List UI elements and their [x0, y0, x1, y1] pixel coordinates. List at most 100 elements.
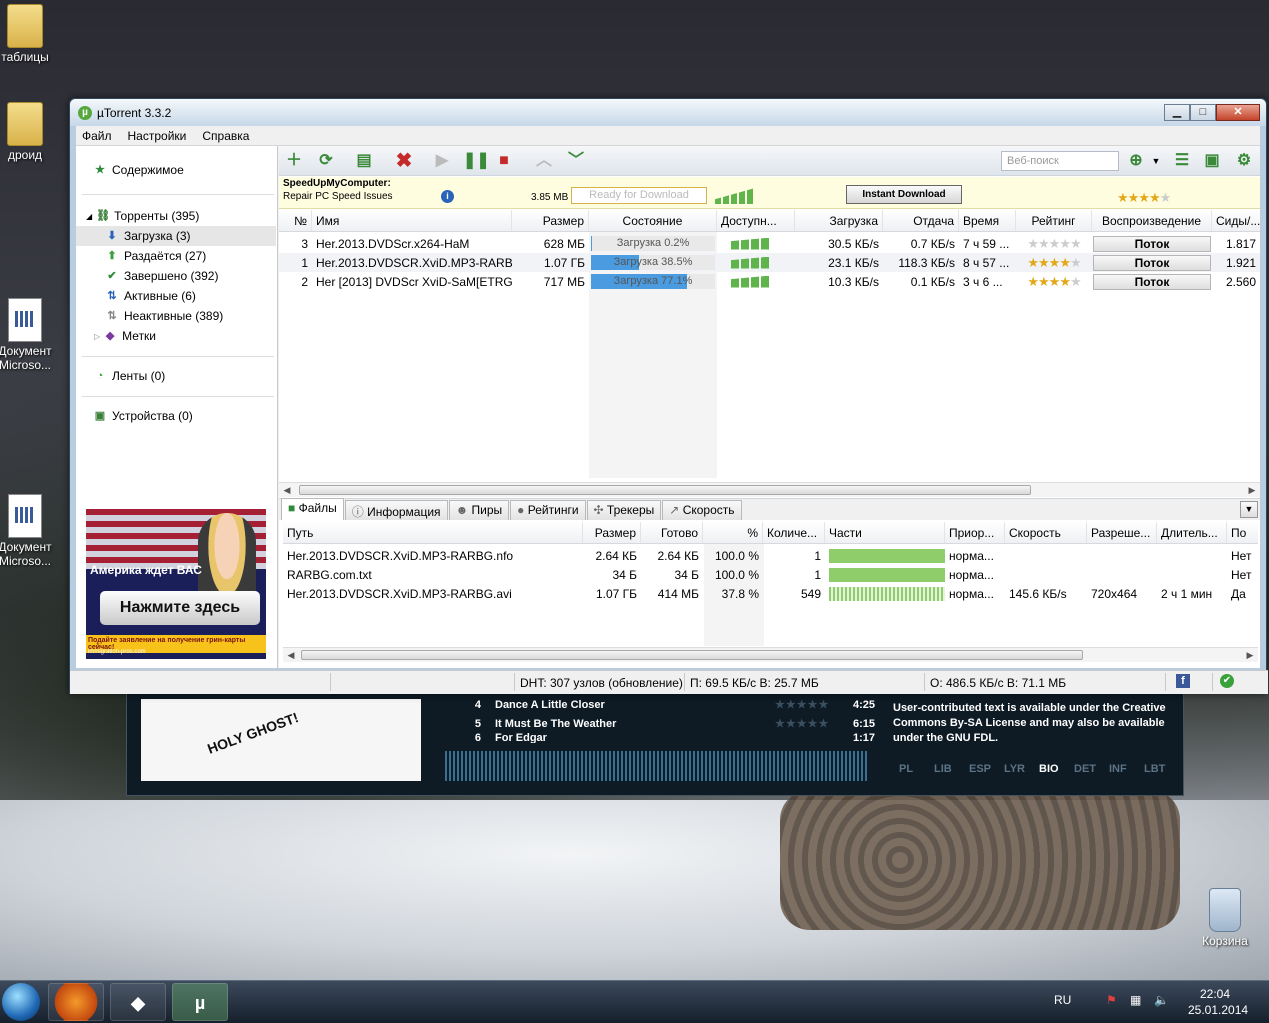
sidebar-ad-banner[interactable]: Америка ждет ВАС Нажмите здесь Подайте з…	[86, 509, 266, 659]
col-percent[interactable]: %	[703, 522, 763, 543]
files-hscrollbar[interactable]: ◀ ▶	[283, 647, 1258, 662]
col-play[interactable]: По	[1227, 522, 1257, 543]
clock-date[interactable]: 25.01.2014	[1188, 1003, 1248, 1017]
col-duration[interactable]: Длитель...	[1157, 522, 1227, 543]
col-count[interactable]: Количе...	[763, 522, 825, 543]
player-tab[interactable]: PL	[899, 763, 934, 775]
web-search-input[interactable]: Веб-поиск	[1001, 151, 1119, 171]
add-torrent-icon[interactable]: ＋	[283, 151, 305, 171]
tab-ratings[interactable]: ● Рейтинги	[510, 500, 586, 520]
firefox-taskbar-button[interactable]	[48, 983, 104, 1021]
col-upload[interactable]: Отдача	[883, 210, 959, 231]
stream-button[interactable]: Поток	[1093, 235, 1211, 252]
torrent-rating[interactable]: ★★★★★	[1016, 274, 1092, 290]
foobar-taskbar-button[interactable]: ◆	[110, 983, 166, 1021]
sidebar-item-downloading[interactable]: ⬇ Загрузка (3)	[76, 226, 276, 246]
desktop-icon-droid[interactable]: дроид	[0, 102, 60, 162]
sidebar-item-content[interactable]: ★ Содержимое	[76, 160, 276, 180]
sidebar-item-inactive[interactable]: ⇅ Неактивные (389)	[76, 306, 276, 326]
menu-settings[interactable]: Настройки	[128, 129, 187, 143]
sidebar-item-labels[interactable]: ▷ ◆ Метки	[76, 326, 276, 346]
torrent-rating[interactable]: ★★★★★	[1016, 236, 1092, 252]
scroll-thumb[interactable]	[299, 485, 1031, 495]
track-row[interactable]: 6 For Edgar 1:17	[445, 733, 875, 743]
player-tab[interactable]: LBT	[1144, 763, 1179, 775]
maximize-button[interactable]: □	[1190, 104, 1216, 121]
list-view-icon[interactable]: ☰	[1171, 151, 1193, 171]
col-speed[interactable]: Скорость	[1005, 522, 1087, 543]
close-button[interactable]: ✕	[1216, 104, 1260, 121]
sidebar-item-completed[interactable]: ✔ Завершено (392)	[76, 266, 276, 286]
download-status[interactable]: П: 69.5 КБ/с В: 25.7 МБ	[690, 676, 819, 690]
move-down-icon[interactable]: ﹀	[565, 151, 587, 171]
sidebar-item-feeds[interactable]: ◔ Ленты (0)	[76, 366, 276, 386]
action-center-icon[interactable]: ⚑	[1106, 993, 1117, 1007]
menu-file[interactable]: Файл	[82, 129, 112, 143]
col-pieces[interactable]: Части	[825, 522, 945, 543]
col-done[interactable]: Готово	[641, 522, 703, 543]
track-row[interactable]: 5 It Must Be The Weather ★★★★★ 6:15	[445, 714, 875, 733]
menu-help[interactable]: Справка	[202, 129, 249, 143]
tab-peers[interactable]: ☻ Пиры	[448, 500, 510, 520]
language-indicator[interactable]: RU	[1054, 993, 1071, 1007]
torrent-rating[interactable]: ★★★★★	[1016, 255, 1092, 271]
col-availability[interactable]: Доступн...	[717, 210, 795, 231]
file-row[interactable]: Her.2013.DVDSCR.XviD.MP3-RARBG.avi 1.07 Г…	[283, 584, 1258, 603]
add-url-icon[interactable]: ⟳	[315, 151, 337, 171]
clock-time[interactable]: 22:04	[1200, 987, 1230, 1001]
player-tab-active[interactable]: BIO	[1039, 763, 1074, 775]
start-icon[interactable]: ▶	[431, 151, 453, 171]
col-name[interactable]: Имя	[312, 210, 512, 231]
start-button[interactable]	[2, 983, 40, 1021]
torrent-row[interactable]: 3 Her.2013.DVDScr.x264-HaM 628 МБ Загрузка …	[279, 234, 1260, 253]
player-tab[interactable]: ESP	[969, 763, 1004, 775]
col-playback[interactable]: Воспроизведение	[1092, 210, 1212, 231]
col-eta[interactable]: Время	[959, 210, 1016, 231]
utorrent-taskbar-button[interactable]: µ	[172, 983, 228, 1021]
stream-button[interactable]: Поток	[1093, 273, 1211, 290]
player-tab[interactable]: LIB	[934, 763, 969, 775]
stream-button[interactable]: Поток	[1093, 254, 1211, 271]
network-icon[interactable]: ▦	[1130, 993, 1141, 1007]
create-torrent-icon[interactable]: ▤	[353, 151, 375, 171]
volume-icon[interactable]: 🔈	[1154, 993, 1169, 1007]
torrent-row[interactable]: 2 Her [2013] DVDScr XviD-SaM[ETRG] 717 МБ З…	[279, 272, 1260, 291]
tab-files[interactable]: ■ Файлы	[281, 498, 344, 520]
col-num[interactable]: №	[279, 210, 312, 231]
network-ok-icon[interactable]: ✔	[1220, 674, 1234, 688]
player-tab[interactable]: LYR	[1004, 763, 1039, 775]
track-rating[interactable]: ★★★★★	[775, 698, 835, 711]
tab-info[interactable]: ⓘ Информация	[344, 500, 448, 520]
col-seeds[interactable]: Сиды/...	[1212, 210, 1260, 231]
collapse-panel-button[interactable]: ▼	[1240, 501, 1258, 518]
col-priority[interactable]: Приор...	[945, 522, 1005, 543]
minimize-button[interactable]: ▁	[1164, 104, 1190, 121]
remove-icon[interactable]: ✖	[393, 151, 415, 171]
stop-icon[interactable]: ■	[493, 151, 515, 171]
tab-trackers[interactable]: ✣ Трекеры	[586, 500, 662, 520]
title-bar[interactable]: µ µTorrent 3.3.2 ▁ □ ✕	[70, 99, 1266, 126]
track-row[interactable]: 4 Dance A Little Closer ★★★★★ 4:25	[445, 695, 875, 714]
chevron-down-icon[interactable]: ▼	[1145, 151, 1167, 171]
scroll-left-icon[interactable]: ◀	[281, 483, 293, 498]
upload-status[interactable]: О: 486.5 КБ/с В: 71.1 МБ	[930, 676, 1066, 690]
desktop-icon-tables[interactable]: таблицы	[0, 4, 60, 64]
ad-click-button[interactable]: Нажмите здесь	[100, 591, 260, 625]
col-download[interactable]: Загрузка	[795, 210, 883, 231]
file-priority[interactable]: норма...	[945, 549, 1005, 563]
file-row[interactable]: RARBG.com.txt 34 Б 34 Б 100.0 % 1 норма... Нет	[283, 565, 1258, 584]
sidebar-item-devices[interactable]: ▣ Устройства (0)	[76, 406, 276, 426]
sidebar-item-active[interactable]: ⇅ Активные (6)	[76, 286, 276, 306]
scroll-thumb[interactable]	[301, 650, 1083, 660]
scroll-left-icon[interactable]: ◀	[285, 648, 297, 663]
col-size[interactable]: Размер	[512, 210, 589, 231]
gear-icon[interactable]: ⚙	[1233, 151, 1255, 171]
col-path[interactable]: Путь	[283, 522, 583, 543]
col-status[interactable]: Состояние	[589, 210, 717, 231]
pause-icon[interactable]: ❚❚	[463, 151, 490, 171]
dht-status[interactable]: DHT: 307 узлов (обновление)	[520, 676, 683, 690]
player-tab[interactable]: DET	[1074, 763, 1109, 775]
move-up-icon[interactable]: ︿	[533, 151, 555, 171]
globe-search-icon[interactable]: ⊕	[1125, 151, 1147, 171]
track-rating[interactable]: ★★★★★	[775, 717, 835, 730]
